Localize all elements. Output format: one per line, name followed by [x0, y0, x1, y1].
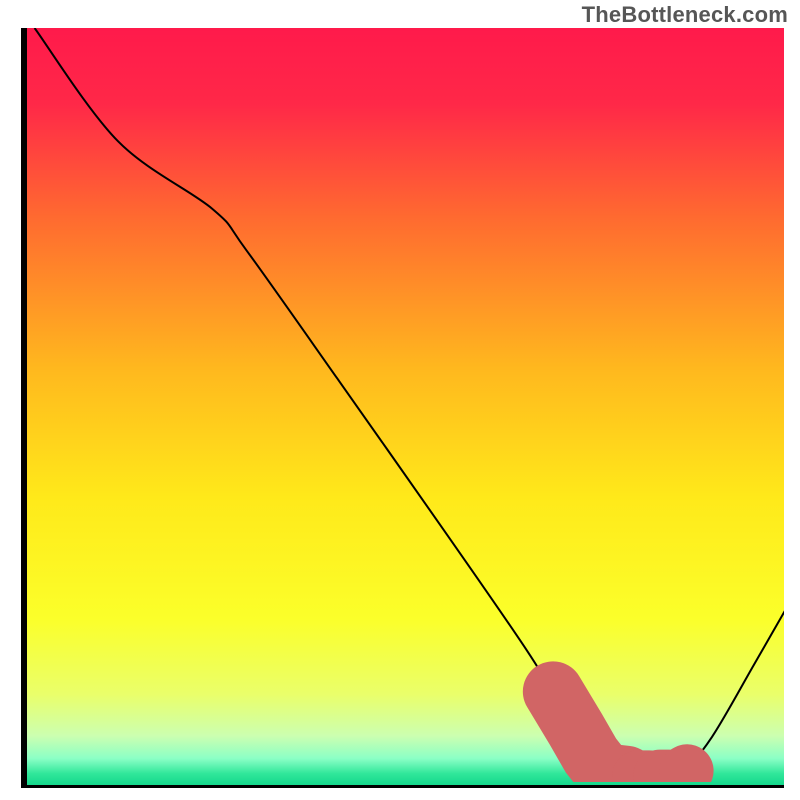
highlight-segment: [553, 692, 626, 776]
bottleneck-chart: [21, 28, 784, 788]
highlight-segment: [686, 771, 688, 772]
bottleneck-curve: [27, 28, 784, 782]
curve-path: [35, 28, 784, 778]
attribution-text: TheBottleneck.com: [582, 2, 788, 28]
